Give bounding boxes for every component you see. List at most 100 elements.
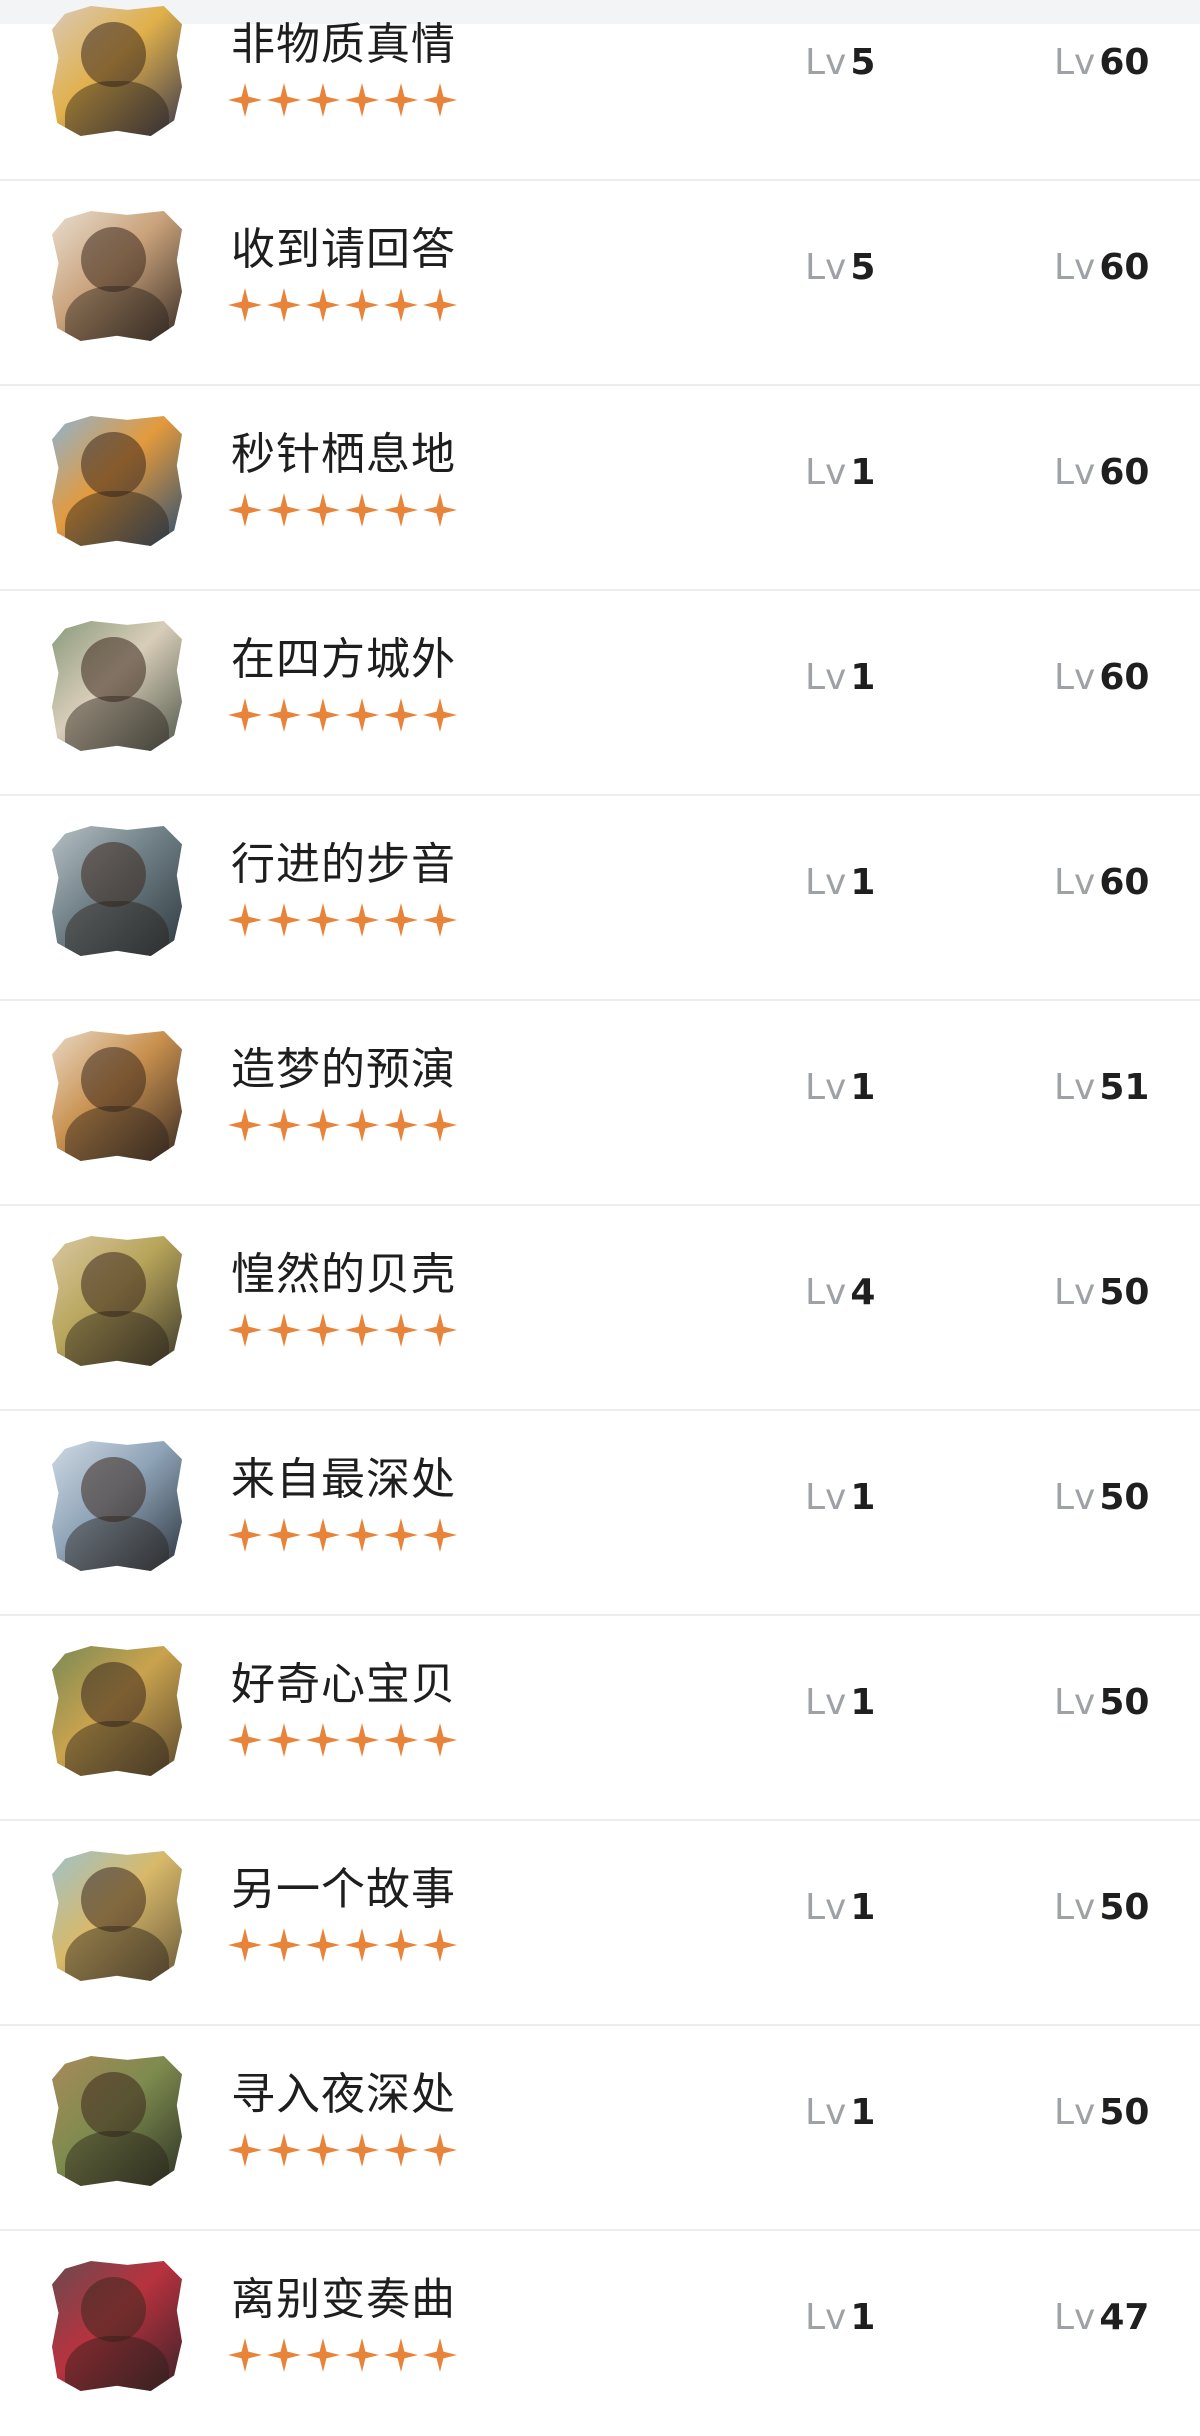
character-level: Lv 50	[1054, 1681, 1149, 1725]
list-item[interactable]: 离别变奏曲 Lv 1 Lv 47	[0, 2231, 1200, 2436]
list-item[interactable]: 非物质真情 Lv 5 Lv 60	[0, 0, 1200, 181]
star-icon	[423, 2133, 457, 2167]
star-icon	[306, 493, 340, 527]
character-level: Lv 51	[1054, 1066, 1149, 1110]
star-icon	[384, 1313, 418, 1347]
rarity-stars	[228, 2338, 457, 2372]
star-icon	[267, 1723, 301, 1757]
skill-level-prefix: Lv	[805, 1477, 847, 1518]
star-icon	[423, 698, 457, 732]
star-icon	[306, 1518, 340, 1552]
character-level-value: 60	[1099, 657, 1150, 698]
star-icon	[306, 83, 340, 117]
star-icon	[306, 1108, 340, 1142]
star-icon	[267, 1518, 301, 1552]
character-level-prefix: Lv	[1054, 862, 1096, 903]
skill-level-value: 1	[850, 2092, 876, 2133]
list-item[interactable]: 造梦的预演 Lv 1 Lv 51	[0, 1001, 1200, 1206]
star-icon	[267, 2133, 301, 2167]
list-item[interactable]: 秒针栖息地 Lv 1 Lv 60	[0, 386, 1200, 591]
skill-level-prefix: Lv	[805, 1272, 847, 1313]
skill-level-prefix: Lv	[805, 247, 847, 288]
star-icon	[423, 1313, 457, 1347]
skill-level: Lv 5	[805, 41, 875, 85]
rarity-stars	[228, 1928, 457, 1962]
portrait-icon	[52, 1236, 182, 1366]
star-icon	[423, 493, 457, 527]
list-item[interactable]: 在四方城外 Lv 1 Lv 60	[0, 591, 1200, 796]
skill-level-prefix: Lv	[805, 42, 847, 83]
star-icon	[384, 493, 418, 527]
skill-level: Lv 1	[805, 451, 875, 495]
star-icon	[423, 1723, 457, 1757]
character-level-value: 50	[1099, 1272, 1150, 1313]
character-level-prefix: Lv	[1054, 247, 1096, 288]
star-icon	[306, 1928, 340, 1962]
skill-level-prefix: Lv	[805, 657, 847, 698]
star-icon	[228, 698, 262, 732]
rarity-stars	[228, 1518, 457, 1552]
star-icon	[423, 1518, 457, 1552]
skill-level-value: 1	[850, 862, 876, 903]
rarity-stars	[228, 2133, 457, 2167]
star-icon	[345, 2338, 379, 2372]
star-icon	[267, 1313, 301, 1347]
star-icon	[267, 83, 301, 117]
portrait-icon	[52, 826, 182, 956]
skill-level: Lv 4	[805, 1271, 875, 1315]
list-item[interactable]: 行进的步音 Lv 1 Lv 60	[0, 796, 1200, 1001]
skill-level-value: 1	[850, 657, 876, 698]
star-icon	[228, 83, 262, 117]
rarity-stars	[228, 493, 457, 527]
star-icon	[384, 1108, 418, 1142]
star-icon	[267, 698, 301, 732]
star-icon	[384, 1723, 418, 1757]
list-item[interactable]: 惶然的贝壳 Lv 4 Lv 50	[0, 1206, 1200, 1411]
star-icon	[306, 2133, 340, 2167]
character-level-value: 50	[1099, 1477, 1150, 1518]
star-icon	[228, 903, 262, 937]
star-icon	[306, 1723, 340, 1757]
skill-level: Lv 1	[805, 1886, 875, 1930]
skill-level: Lv 1	[805, 656, 875, 700]
list-item[interactable]: 收到请回答 Lv 5 Lv 60	[0, 181, 1200, 386]
rarity-stars	[228, 903, 457, 937]
list-item[interactable]: 来自最深处 Lv 1 Lv 50	[0, 1411, 1200, 1616]
star-icon	[384, 1518, 418, 1552]
star-icon	[384, 83, 418, 117]
list-item[interactable]: 好奇心宝贝 Lv 1 Lv 50	[0, 1616, 1200, 1821]
star-icon	[423, 2338, 457, 2372]
skill-level-value: 4	[850, 1272, 876, 1313]
star-icon	[228, 1313, 262, 1347]
character-level: Lv 50	[1054, 1476, 1149, 1520]
rarity-stars	[228, 83, 457, 117]
character-level: Lv 60	[1054, 451, 1149, 495]
star-icon	[345, 2133, 379, 2167]
star-icon	[345, 288, 379, 322]
portrait-icon	[52, 1441, 182, 1571]
list-item[interactable]: 寻入夜深处 Lv 1 Lv 50	[0, 2026, 1200, 2231]
star-icon	[345, 698, 379, 732]
character-name: 非物质真情	[231, 19, 456, 70]
list-item[interactable]: 另一个故事 Lv 1 Lv 50	[0, 1821, 1200, 2026]
character-name: 离别变奏曲	[231, 2274, 456, 2325]
character-name: 收到请回答	[231, 224, 456, 275]
star-icon	[228, 2338, 262, 2372]
character-level-value: 50	[1099, 1887, 1150, 1928]
star-icon	[384, 2133, 418, 2167]
star-icon	[345, 83, 379, 117]
star-icon	[228, 288, 262, 322]
skill-level: Lv 1	[805, 1476, 875, 1520]
portrait-icon	[52, 1851, 182, 1981]
star-icon	[423, 1108, 457, 1142]
star-icon	[306, 698, 340, 732]
character-name: 寻入夜深处	[231, 2069, 456, 2120]
skill-level-prefix: Lv	[805, 2297, 847, 2338]
star-icon	[345, 1518, 379, 1552]
star-icon	[306, 2338, 340, 2372]
skill-level: Lv 1	[805, 2091, 875, 2135]
character-level-prefix: Lv	[1054, 1887, 1096, 1928]
character-level-value: 50	[1099, 1682, 1150, 1723]
character-name: 惶然的贝壳	[231, 1249, 456, 1300]
star-icon	[267, 2338, 301, 2372]
